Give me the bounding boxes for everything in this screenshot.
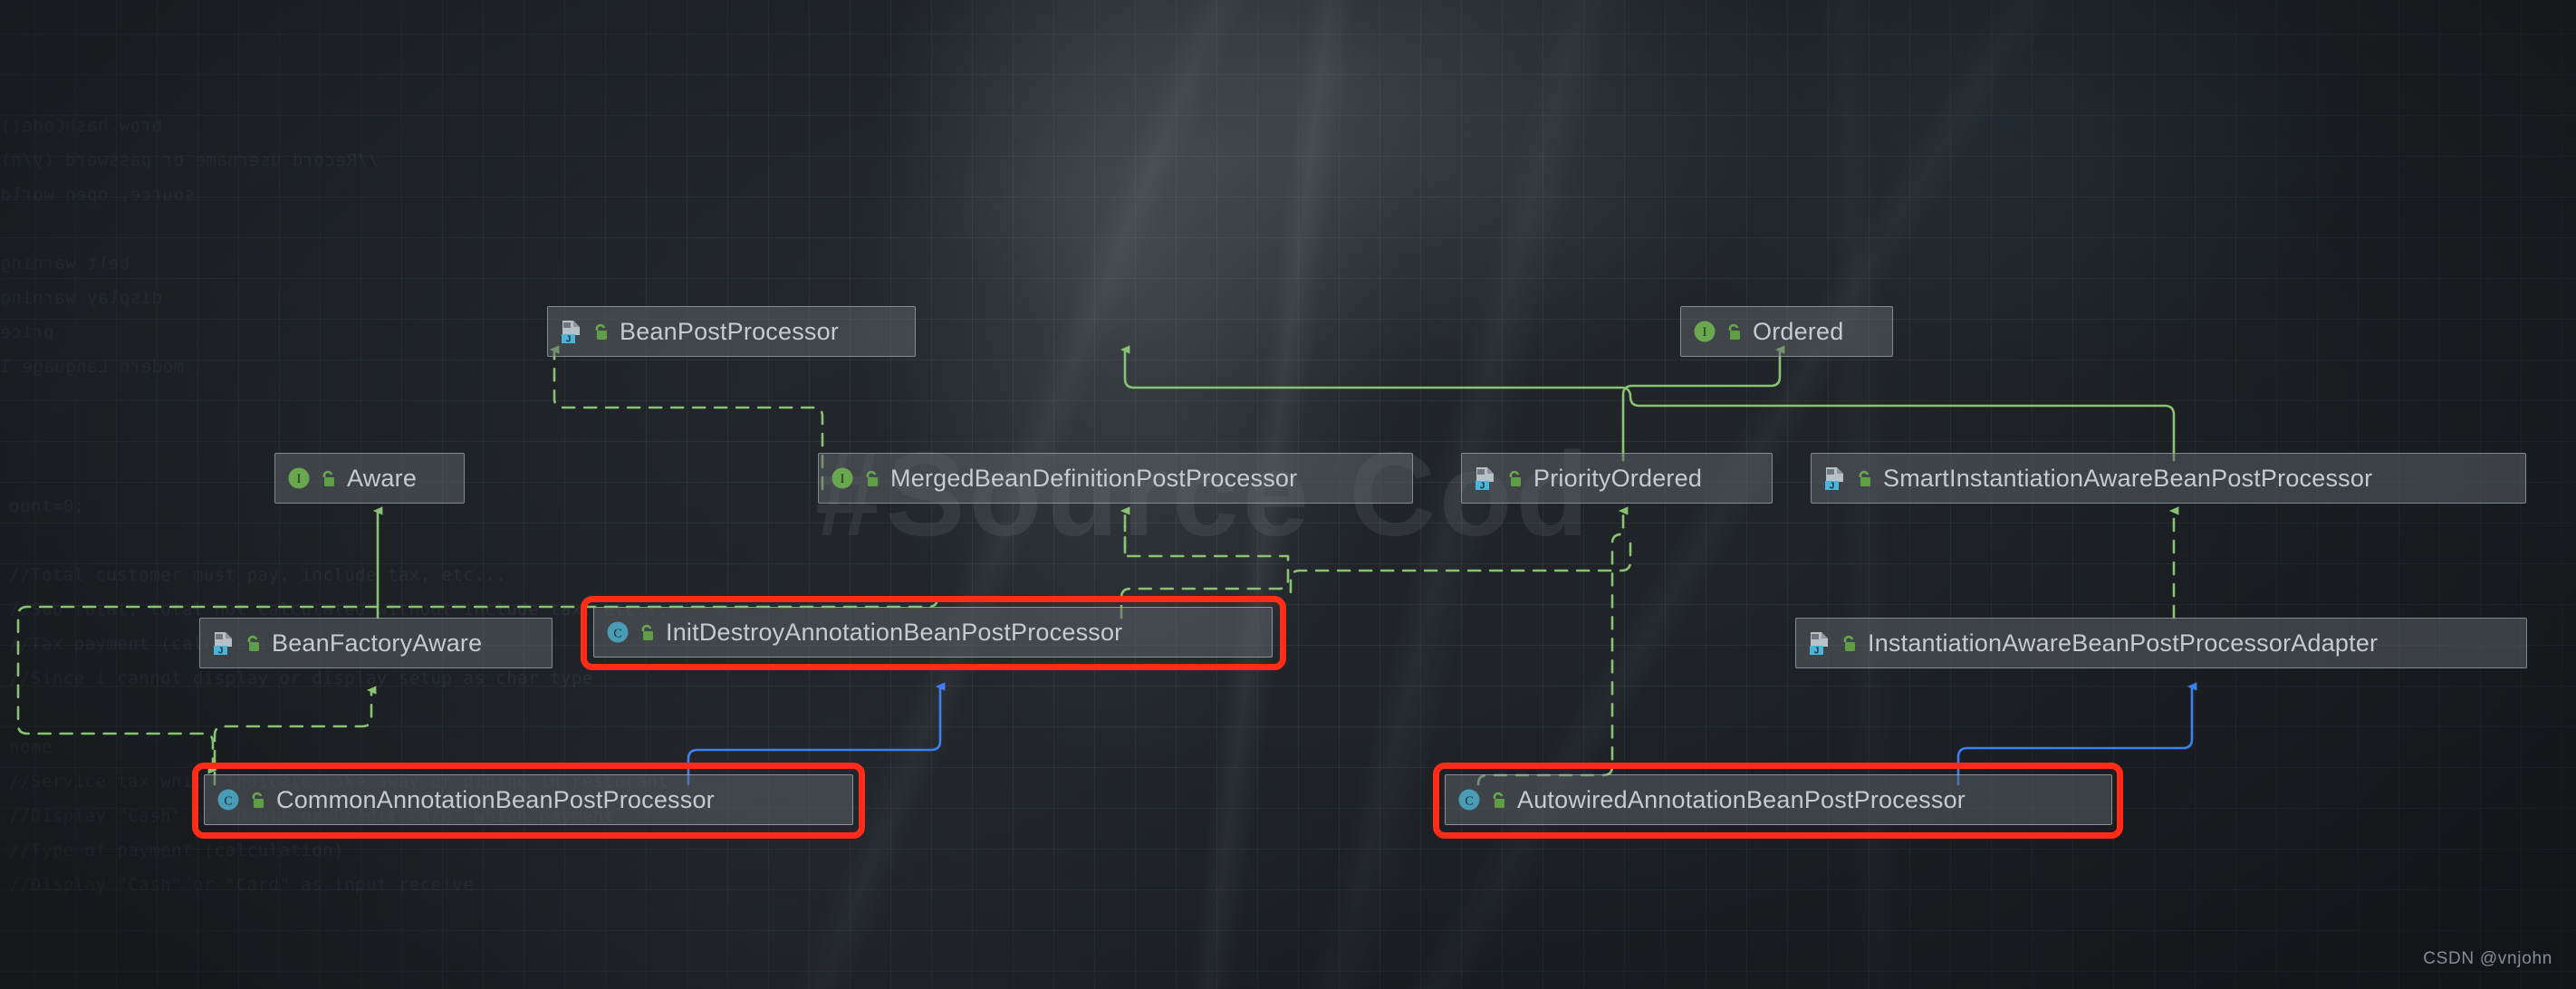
unlocked-icon	[1506, 469, 1523, 488]
unlocked-icon	[245, 634, 262, 653]
svg-text:J: J	[1830, 481, 1835, 491]
node-ordered[interactable]: I Ordered	[1680, 306, 1893, 357]
node-autowiredannotationbeanpostprocessor[interactable]: C AutowiredAnnotationBeanPostProcessor	[1445, 774, 2112, 825]
node-instantiationawarebeanpostprocessoradapter[interactable]: J InstantiationAwareBeanPostProcessorAda…	[1795, 618, 2527, 668]
java-file-icon: J	[558, 318, 585, 345]
uml-class-diagram-canvas[interactable]: ount=0; //Total customer must pay, inclu…	[0, 0, 2576, 989]
svg-text:C: C	[1465, 795, 1473, 809]
svg-text:J: J	[1814, 646, 1820, 656]
node-label: AutowiredAnnotationBeanPostProcessor	[1517, 785, 1966, 813]
class-icon: C	[215, 786, 242, 813]
node-label: CommonAnnotationBeanPostProcessor	[276, 785, 715, 813]
unlocked-icon	[863, 469, 880, 488]
node-label: Aware	[347, 464, 418, 492]
unlocked-icon	[639, 623, 656, 642]
svg-text:C: C	[613, 628, 621, 641]
node-mergedbeandefinitionpostprocessor[interactable]: I MergedBeanDefinitionPostProcessor	[818, 453, 1413, 504]
java-file-icon: J	[1472, 465, 1499, 492]
csdn-watermark: CSDN @vnjohn	[2423, 949, 2552, 968]
interface-icon: I	[285, 465, 312, 492]
node-label: PriorityOrdered	[1533, 464, 1703, 492]
java-file-icon: J	[1821, 465, 1849, 492]
svg-text:C: C	[224, 795, 232, 809]
unlocked-icon	[1490, 791, 1507, 810]
node-initdestroyannotationbeanpostprocessor[interactable]: C InitDestroyAnnotationBeanPostProcessor	[593, 607, 1273, 658]
node-label: InitDestroyAnnotationBeanPostProcessor	[666, 618, 1123, 646]
node-commonannotationbeanpostprocessor[interactable]: C CommonAnnotationBeanPostProcessor	[204, 774, 853, 825]
unlocked-icon	[320, 469, 337, 488]
unlocked-icon	[592, 322, 610, 341]
svg-text:I: I	[1703, 325, 1707, 340]
node-label: InstantiationAwareBeanPostProcessorAdapt…	[1868, 629, 2379, 657]
node-label: BeanFactoryAware	[272, 629, 483, 657]
node-beanfactoryaware[interactable]: J BeanFactoryAware	[199, 618, 553, 668]
unlocked-icon	[249, 791, 266, 810]
class-icon: C	[1456, 786, 1483, 813]
node-label: SmartInstantiationAwareBeanPostProcessor	[1883, 464, 2373, 492]
unlocked-icon	[1841, 634, 1858, 653]
unlocked-icon	[1725, 322, 1743, 341]
edge-common-to-initdestroy	[687, 682, 946, 786]
node-label: BeanPostProcessor	[620, 317, 840, 345]
node-aware[interactable]: I Aware	[274, 453, 465, 504]
node-smartinstantiationawarebeanpostprocessor[interactable]: J SmartInstantiationAwareBeanPostProcess…	[1811, 453, 2526, 504]
svg-text:J: J	[218, 646, 224, 656]
edge-autowired-to-priorityordered	[1476, 506, 1629, 786]
java-file-icon: J	[1806, 629, 1833, 657]
edge-initdestroy-to-merged	[1120, 506, 1290, 619]
node-beanpostprocessor[interactable]: J BeanPostProcessor	[547, 306, 916, 357]
edge-merged-to-beanpostprocessor	[549, 345, 824, 491]
svg-text:J: J	[566, 334, 572, 344]
java-file-icon: J	[210, 629, 237, 657]
edge-smartinstantiation-to-beanpostprocessor	[1120, 345, 2176, 462]
class-icon: C	[604, 619, 631, 646]
node-priorityordered[interactable]: J PriorityOrdered	[1461, 453, 1773, 504]
node-label: Ordered	[1753, 317, 1844, 345]
interface-icon: I	[829, 465, 856, 492]
svg-text:J: J	[1480, 481, 1485, 491]
node-label: MergedBeanDefinitionPostProcessor	[890, 464, 1298, 492]
svg-text:I: I	[841, 472, 845, 486]
edge-autowired-to-adapter	[1956, 682, 2197, 786]
unlocked-icon	[1856, 469, 1873, 488]
edge-common-to-beanfactoryaware	[213, 686, 377, 786]
interface-icon: I	[1691, 318, 1718, 345]
edge-common-to-priorityordered	[1289, 542, 1632, 594]
svg-text:I: I	[297, 472, 302, 486]
